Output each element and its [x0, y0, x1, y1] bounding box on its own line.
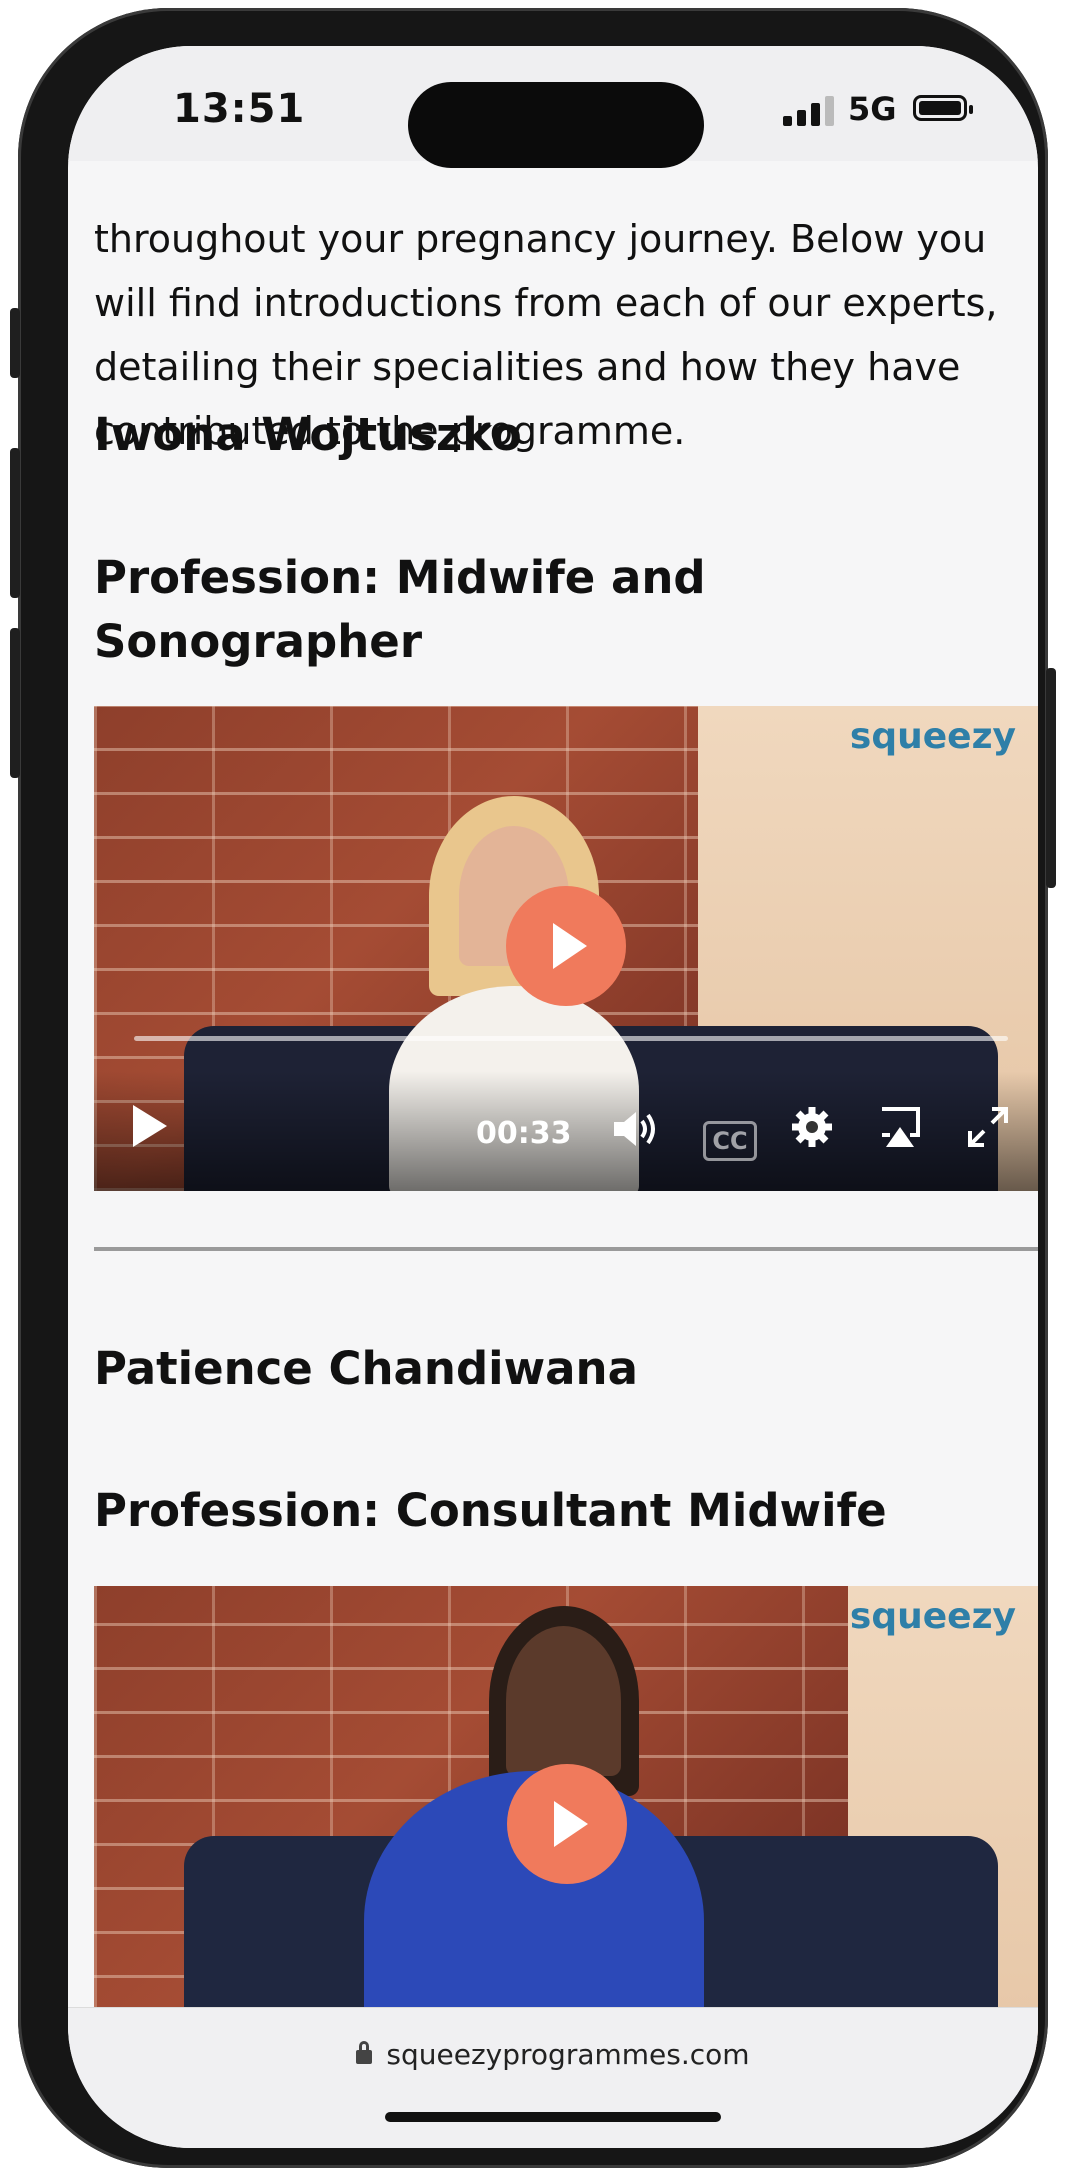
home-indicator: [385, 2112, 721, 2122]
address-field[interactable]: squeezyprogrammes.com: [68, 2038, 1038, 2071]
signal-icon: [783, 96, 834, 126]
network-label: 5G: [848, 90, 897, 128]
volume-icon[interactable]: [609, 1109, 665, 1161]
expert-profession: Profession: Midwife and Sonographer: [94, 551, 706, 668]
page-content: throughout your pregnancy journey. Below…: [68, 161, 1038, 2066]
expert-name: Patience Chandiwana: [94, 1342, 638, 1395]
fullscreen-icon[interactable]: [960, 1105, 1016, 1161]
section-divider: [94, 1247, 1038, 1251]
video-player[interactable]: squeezy 00:33 CC: [94, 706, 1038, 1191]
video-progress-track[interactable]: [134, 1036, 1008, 1041]
video-logo: squeezy: [849, 1596, 1016, 1637]
expert-profession: Profession: Consultant Midwife: [94, 1484, 887, 1537]
battery-icon: [913, 95, 973, 121]
side-button: [1046, 668, 1056, 888]
status-time: 13:51: [173, 86, 306, 132]
play-icon[interactable]: [124, 1103, 174, 1161]
video-logo: squeezy: [849, 716, 1016, 757]
url-text: squeezyprogrammes.com: [386, 2038, 750, 2071]
dynamic-island: [408, 82, 704, 168]
airplay-icon[interactable]: [872, 1105, 928, 1161]
presenter-face: [506, 1626, 621, 1776]
volume-up-button: [10, 448, 20, 598]
play-overlay-button[interactable]: [507, 1764, 627, 1884]
play-overlay-button[interactable]: [506, 886, 626, 1006]
gear-icon[interactable]: [784, 1105, 840, 1161]
browser-address-bar[interactable]: squeezyprogrammes.com: [68, 2007, 1038, 2148]
mute-switch: [10, 308, 20, 378]
status-bar: 13:51 5G: [68, 46, 1038, 168]
lock-icon: [356, 2041, 373, 2064]
phone-screen: 13:51 5G throughout your pregnancy journ…: [68, 46, 1038, 2148]
video-time: 00:33: [476, 1116, 572, 1151]
phone-frame: 13:51 5G throughout your pregnancy journ…: [10, 8, 1056, 2168]
expert-name: Iwona Wojtuszko: [94, 408, 522, 461]
closed-captions-icon[interactable]: CC: [702, 1121, 758, 1161]
volume-down-button: [10, 628, 20, 778]
video-player[interactable]: squeezy: [94, 1586, 1038, 2066]
